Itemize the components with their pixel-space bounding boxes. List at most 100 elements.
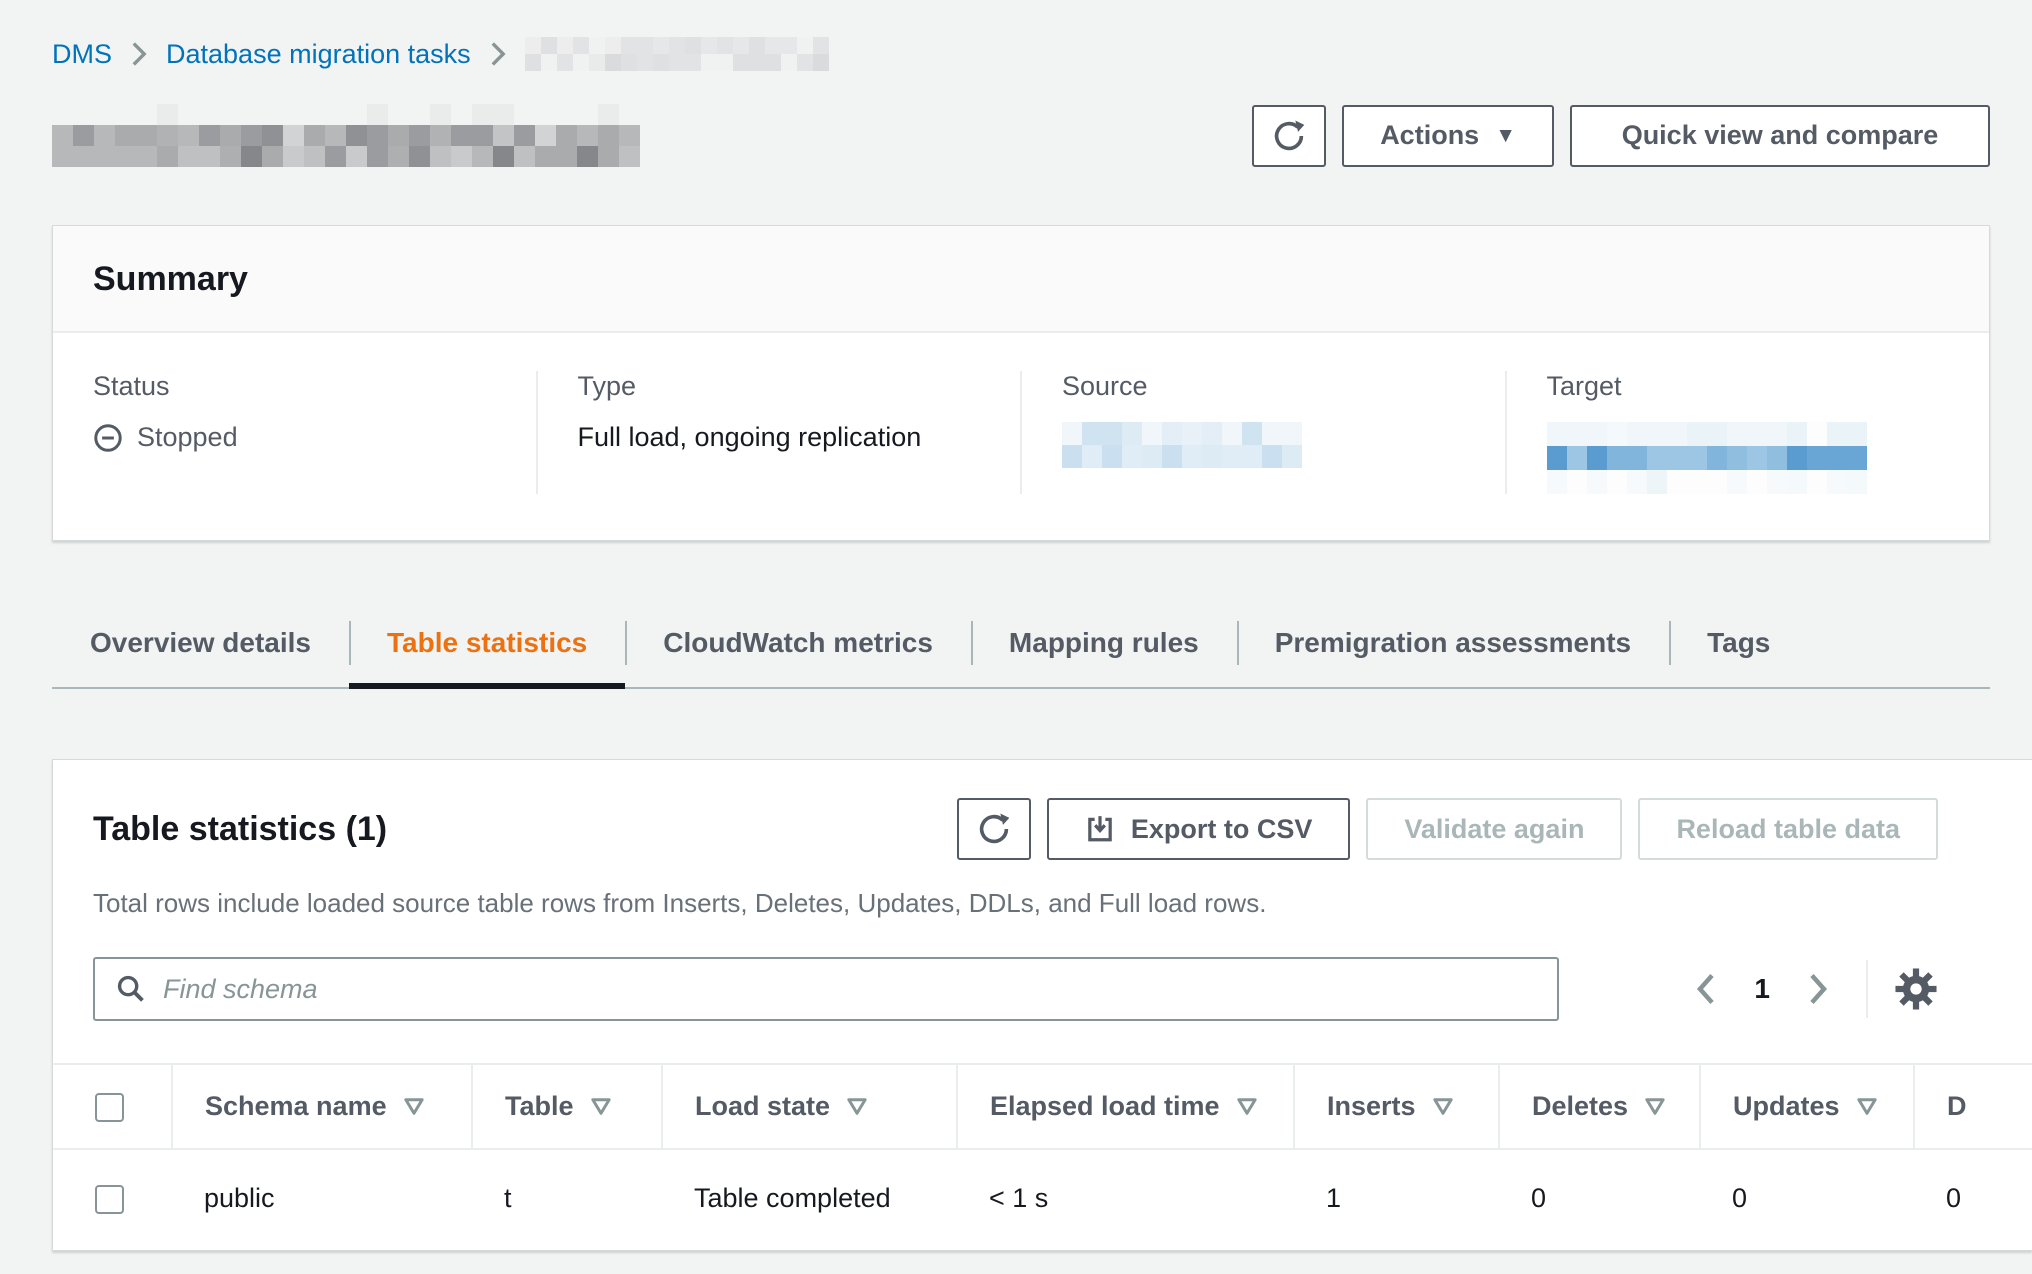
breadcrumb-current-redacted [525, 37, 829, 71]
pagination: 1 [1684, 960, 1938, 1018]
table-statistics-table: Schema name Table Load state Elapsed load t… [53, 1063, 2032, 1250]
target-link-redacted[interactable] [1547, 422, 1867, 494]
summary-source-column: Source [1020, 371, 1505, 494]
next-page-button[interactable] [1796, 967, 1840, 1011]
select-all-header [53, 1064, 172, 1149]
table-refresh-button[interactable] [957, 798, 1031, 860]
sort-icon [1856, 1097, 1878, 1116]
summary-title: Summary [53, 226, 1989, 333]
column-header-load-state[interactable]: Load state [662, 1064, 957, 1149]
schema-search [93, 957, 1559, 1021]
table-cell: public [172, 1149, 472, 1249]
quick-view-label: Quick view and compare [1622, 120, 1939, 151]
export-csv-button[interactable]: Export to CSV [1047, 798, 1351, 860]
column-label: Deletes [1532, 1091, 1628, 1122]
table-header-row: Schema name Table Load state Elapsed load t… [53, 1064, 2032, 1149]
download-icon [1085, 814, 1115, 844]
column-header-table[interactable]: Table [472, 1064, 662, 1149]
gear-icon [1894, 967, 1938, 1011]
chevron-down-icon: ▼ [1495, 125, 1516, 146]
table-row: publictTable completed< 1 s1000 [53, 1149, 2032, 1249]
column-label: Table [505, 1091, 574, 1122]
type-label: Type [578, 371, 981, 402]
sort-icon [590, 1097, 612, 1116]
source-link-redacted[interactable] [1062, 422, 1302, 468]
chevron-left-icon [1693, 971, 1719, 1007]
target-label: Target [1547, 371, 1950, 402]
column-header-deletes[interactable]: Deletes [1499, 1064, 1700, 1149]
actions-button[interactable]: Actions ▼ [1342, 105, 1554, 167]
sort-icon [1644, 1097, 1666, 1116]
sort-icon [403, 1097, 425, 1116]
summary-status-column: Status Stopped [53, 371, 536, 494]
chevron-right-icon [1805, 971, 1831, 1007]
refresh-button[interactable] [1252, 105, 1326, 167]
tab-overview-details[interactable]: Overview details [52, 605, 349, 687]
sort-icon [846, 1097, 868, 1116]
column-label: Updates [1733, 1091, 1840, 1122]
previous-page-button[interactable] [1684, 967, 1728, 1011]
table-cell: 0 [1499, 1149, 1700, 1249]
column-header-schema-name[interactable]: Schema name [172, 1064, 472, 1149]
column-header-inserts[interactable]: Inserts [1294, 1064, 1499, 1149]
column-header-d: D [1914, 1064, 2032, 1149]
column-label: D [1947, 1091, 1967, 1122]
status-value: Stopped [137, 422, 238, 453]
validate-again-button[interactable]: Validate again [1366, 798, 1622, 860]
refresh-icon [1272, 119, 1306, 153]
type-value: Full load, ongoing replication [578, 422, 922, 453]
page-title-redacted [52, 104, 640, 167]
pagination-divider [1866, 960, 1868, 1018]
column-header-updates[interactable]: Updates [1700, 1064, 1914, 1149]
table-cell: t [472, 1149, 662, 1249]
status-label: Status [93, 371, 496, 402]
breadcrumb-separator-icon [489, 41, 507, 67]
reload-table-data-button[interactable]: Reload table data [1638, 798, 1938, 860]
current-page[interactable]: 1 [1754, 973, 1770, 1005]
summary-target-column: Target [1505, 371, 1990, 494]
table-cell: 0 [1914, 1149, 2032, 1249]
breadcrumb: DMS Database migration tasks [52, 34, 2032, 74]
column-header-elapsed-load-time[interactable]: Elapsed load time [957, 1064, 1294, 1149]
table-cell: Table completed [662, 1149, 957, 1249]
export-csv-label: Export to CSV [1131, 814, 1313, 845]
tab-mapping-rules[interactable]: Mapping rules [971, 605, 1237, 687]
sort-icon [1432, 1097, 1454, 1116]
select-all-checkbox[interactable] [95, 1093, 124, 1122]
tab-tags[interactable]: Tags [1669, 605, 1808, 687]
search-input[interactable] [163, 974, 1537, 1005]
search-icon [115, 973, 147, 1005]
column-label: Schema name [205, 1091, 387, 1122]
source-label: Source [1062, 371, 1465, 402]
table-cell: 1 [1294, 1149, 1499, 1249]
tabs: Overview detailsTable statisticsCloudWat… [52, 605, 1990, 689]
reload-table-data-label: Reload table data [1676, 814, 1900, 845]
summary-type-column: Type Full load, ongoing replication [536, 371, 1021, 494]
page-header: Actions ▼ Quick view and compare [52, 104, 1990, 167]
table-statistics-description: Total rows include loaded source table r… [93, 888, 1938, 919]
stopped-icon [93, 423, 123, 453]
sort-icon [1236, 1097, 1258, 1116]
tab-cloudwatch-metrics[interactable]: CloudWatch metrics [625, 605, 971, 687]
row-checkbox[interactable] [95, 1185, 124, 1214]
page: DMS Database migration tasks Actions ▼ Qu… [0, 0, 2032, 1251]
table-cell: 0 [1700, 1149, 1914, 1249]
breadcrumb-link-database-migration-tasks[interactable]: Database migration tasks [166, 39, 471, 70]
breadcrumb-link-dms[interactable]: DMS [52, 39, 112, 70]
row-select-cell [53, 1149, 172, 1249]
column-label: Load state [695, 1091, 830, 1122]
actions-label: Actions [1380, 120, 1479, 151]
column-label: Elapsed load time [990, 1091, 1220, 1122]
tab-table-statistics[interactable]: Table statistics [349, 605, 625, 687]
table-statistics-panel: Table statistics (1) [52, 759, 2032, 1251]
table-cell: < 1 s [957, 1149, 1294, 1249]
tab-premigration-assessments[interactable]: Premigration assessments [1237, 605, 1669, 687]
validate-again-label: Validate again [1404, 814, 1584, 845]
table-settings-button[interactable] [1894, 967, 1938, 1011]
summary-panel: Summary Status Stopped Type Full load, o… [52, 225, 1990, 541]
breadcrumb-separator-icon [130, 41, 148, 67]
table-statistics-title: Table statistics (1) [93, 810, 387, 849]
quick-view-compare-button[interactable]: Quick view and compare [1570, 105, 1990, 167]
refresh-icon [977, 812, 1011, 846]
column-label: Inserts [1327, 1091, 1416, 1122]
